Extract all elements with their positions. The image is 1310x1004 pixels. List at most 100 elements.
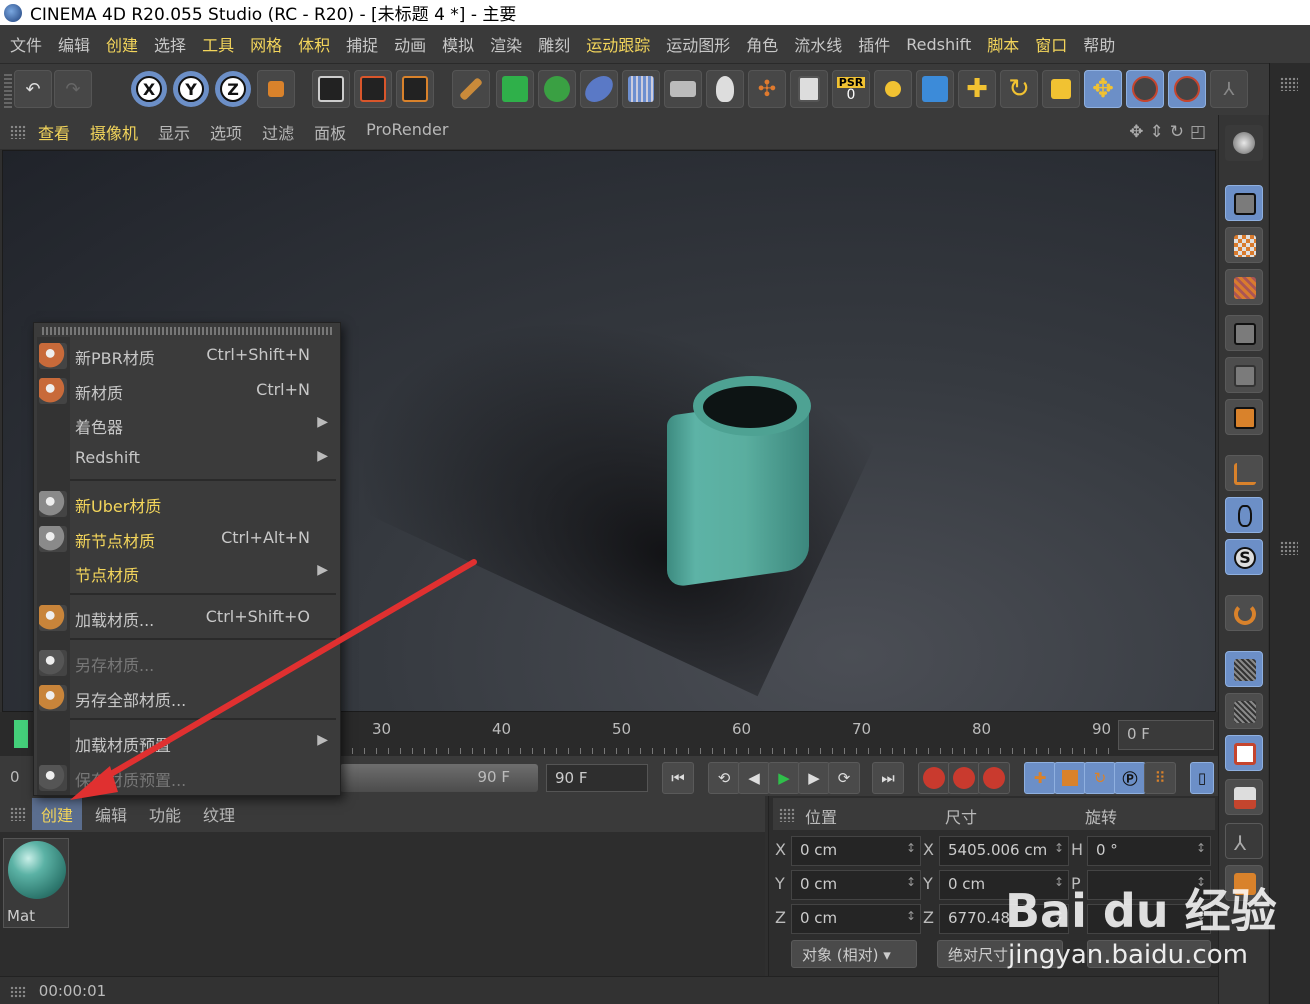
light-button[interactable] [706, 70, 744, 108]
panel-grip-icon[interactable] [1280, 77, 1298, 91]
tripod-button[interactable]: ⅄ [1225, 823, 1263, 859]
undo-button[interactable]: ↶ [14, 70, 52, 108]
move-tool-button[interactable]: ✚ [958, 70, 996, 108]
pen-tool-button[interactable] [452, 70, 490, 108]
scale-tool-button[interactable] [1042, 70, 1080, 108]
orbit-icon[interactable]: ↻ [1170, 122, 1184, 142]
menu-item-0[interactable]: 文件 [10, 32, 42, 56]
render-settings-button[interactable] [396, 70, 434, 108]
end-frame-field[interactable]: 90 F [546, 764, 648, 792]
workplane-rotate-button[interactable] [1225, 693, 1263, 729]
cloner-button[interactable] [538, 70, 576, 108]
menu-item-14[interactable]: 角色 [746, 32, 778, 56]
auto-key-button[interactable] [948, 762, 980, 794]
goto-end-button[interactable]: ⏭ [872, 762, 904, 794]
menu-item-7[interactable]: 捕捉 [346, 32, 378, 56]
move-center-button[interactable]: ✣ [748, 70, 786, 108]
timeline-menu-button[interactable]: ▯ [1190, 762, 1214, 794]
menu-item-16[interactable]: 插件 [858, 32, 890, 56]
select-rect-button[interactable] [1126, 70, 1164, 108]
menu-item-3[interactable]: 选择 [154, 32, 186, 56]
menu-item-9[interactable]: 另存全部材质... [34, 681, 340, 715]
menu-item-13[interactable]: 运动图形 [666, 32, 730, 56]
redo-button[interactable]: ↷ [54, 70, 92, 108]
menu-item-15[interactable]: 流水线 [794, 32, 842, 56]
menu-item-1[interactable]: 新材质 Ctrl+N [34, 374, 340, 408]
goto-next-key-button[interactable]: ⟳ [828, 762, 860, 794]
viewport-menu-2[interactable]: 显示 [158, 120, 190, 144]
menu-item-9[interactable]: 模拟 [442, 32, 474, 56]
viewport-menu-4[interactable]: 过滤 [262, 120, 294, 144]
rotation-h-field[interactable]: 0 ° [1087, 836, 1211, 866]
z-axis-lock-button[interactable]: Z [215, 71, 251, 107]
panel-grip-icon[interactable] [10, 125, 26, 139]
menu-item-18[interactable]: 脚本 [987, 32, 1019, 56]
menu-item-2[interactable]: 创建 [106, 32, 138, 56]
viewport-menu-5[interactable]: 面板 [314, 120, 346, 144]
viewport-menu-3[interactable]: 选项 [210, 120, 242, 144]
viewport-menu-0[interactable]: 查看 [38, 120, 70, 144]
toolbar-grip[interactable] [4, 72, 12, 108]
menu-item-2[interactable]: 着色器 ▶ [34, 408, 340, 442]
menu-item-19[interactable]: 窗口 [1035, 32, 1067, 56]
coordinate-system-button[interactable] [257, 70, 295, 108]
render-view-button[interactable] [312, 70, 350, 108]
panel-grip-icon[interactable] [1280, 541, 1298, 555]
select-lasso-button[interactable] [1168, 70, 1206, 108]
viewport-menu-6[interactable]: ProRender [366, 120, 448, 144]
menu-item-0[interactable]: 新PBR材质 Ctrl+Shift+N [34, 339, 340, 373]
menu-item-3[interactable]: Redshift ▶ [34, 442, 340, 476]
menu-item-12[interactable]: 运动跟踪 [586, 32, 650, 56]
maximize-view-icon[interactable]: ◰ [1190, 122, 1206, 142]
menu-item-11[interactable]: 雕刻 [538, 32, 570, 56]
menu-item-10[interactable]: 渲染 [490, 32, 522, 56]
current-frame-field[interactable]: 0 F [1118, 720, 1214, 750]
play-button[interactable]: ▶ [768, 762, 800, 794]
material-swatch[interactable]: Mat [3, 838, 69, 928]
menu-item-10[interactable]: 加载材质预置 ▶ [34, 726, 340, 760]
workplane-mode-button[interactable] [1225, 269, 1263, 305]
menu-item-4[interactable]: 新Uber材质 [34, 487, 340, 521]
panel-grip-icon[interactable] [10, 807, 26, 821]
live-select-button[interactable]: ✥ [1084, 70, 1122, 108]
key-selection-button[interactable] [978, 762, 1010, 794]
key-param-button[interactable]: Ⓟ [1114, 762, 1146, 794]
key-rotation-button[interactable]: ↻ [1084, 762, 1116, 794]
tweak-mode-button[interactable] [1225, 497, 1263, 533]
texture-mode-button[interactable] [1225, 227, 1263, 263]
subdivision-button[interactable] [496, 70, 534, 108]
menu-item-5[interactable]: 网格 [250, 32, 282, 56]
menu-item-8[interactable]: 动画 [394, 32, 426, 56]
range-slider[interactable]: 90 F [340, 764, 538, 792]
menu-item-20[interactable]: 帮助 [1083, 32, 1115, 56]
menu-item-4[interactable]: 工具 [202, 32, 234, 56]
next-frame-button[interactable]: ▶ [798, 762, 830, 794]
pan-icon[interactable]: ✥ [1129, 122, 1143, 142]
frame-start-marker[interactable] [14, 720, 28, 748]
deformer-button[interactable] [580, 70, 618, 108]
points-mode-button[interactable] [1225, 315, 1263, 351]
snap-button[interactable] [874, 70, 912, 108]
size-x-field[interactable]: 5405.006 cm [939, 836, 1069, 866]
menu-tear-off-handle[interactable] [42, 327, 332, 335]
goto-start-button[interactable]: ⏮ [662, 762, 694, 794]
floor-button[interactable] [622, 70, 660, 108]
menu-item-6[interactable]: 体积 [298, 32, 330, 56]
material-tab-2[interactable]: 功能 [140, 798, 190, 830]
goto-prev-key-button[interactable]: ⟲ [708, 762, 740, 794]
workplane-button[interactable]: ⅄ [1210, 70, 1248, 108]
polygons-mode-button[interactable] [1225, 399, 1263, 435]
xpresso-button[interactable] [790, 70, 828, 108]
material-tab-0[interactable]: 创建 [32, 798, 83, 830]
solo-mode-button[interactable]: S [1225, 539, 1263, 575]
model-mode-button[interactable] [1225, 185, 1263, 221]
rotate-tool-button[interactable]: ↻ [1000, 70, 1038, 108]
menu-item-17[interactable]: Redshift [906, 35, 971, 54]
viewport-frame-button[interactable] [1225, 735, 1263, 771]
snap-toggle-button[interactable] [1225, 595, 1263, 631]
material-tab-1[interactable]: 编辑 [86, 798, 136, 830]
scene-globe-button[interactable] [1225, 125, 1263, 161]
key-pla-button[interactable]: ⠿ [1144, 762, 1176, 794]
edges-mode-button[interactable] [1225, 357, 1263, 393]
camera-button[interactable] [664, 70, 702, 108]
